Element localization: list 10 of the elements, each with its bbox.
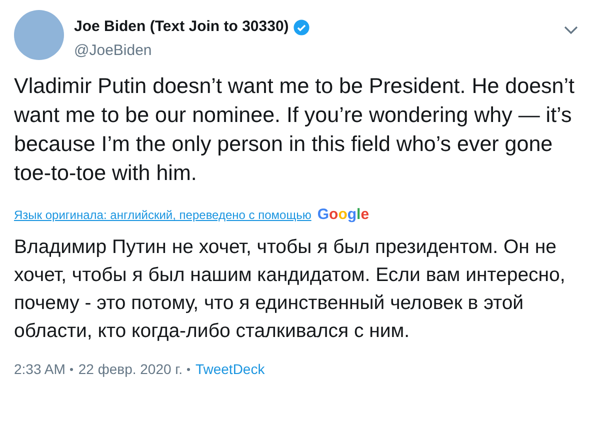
author-name[interactable]: Joe Biden (Text Join to 30330) <box>74 16 289 38</box>
source-link[interactable]: TweetDeck <box>195 358 265 380</box>
tweet-text: Vladimir Putin doesn’t want me to be President. He doesn’t want me to be our nominee. If you’re wondering why — it’s because I’m the only person in this field who’s ever gone toe-to-toe with him. <box>14 73 576 187</box>
chevron-down-icon[interactable] <box>564 26 578 35</box>
google-logo: Google <box>317 205 370 225</box>
translation-source-link[interactable]: Язык оригинала: английский, переведено с помощью <box>14 206 312 224</box>
tweet-time[interactable]: 2:33 AM <box>14 358 66 380</box>
translated-text: Владимир Путин не хочет, чтобы я был президентом. Он не хочет, чтобы я был нашим кандидатом. Если вам интересно, почему - это потому, что я единственный человек в этой области, кто когда-либо сталкивался с ним. <box>14 234 566 344</box>
tweet-date[interactable]: 22 февр. 2020 г. <box>78 358 182 380</box>
author-handle[interactable]: @JoeBiden <box>74 40 564 62</box>
